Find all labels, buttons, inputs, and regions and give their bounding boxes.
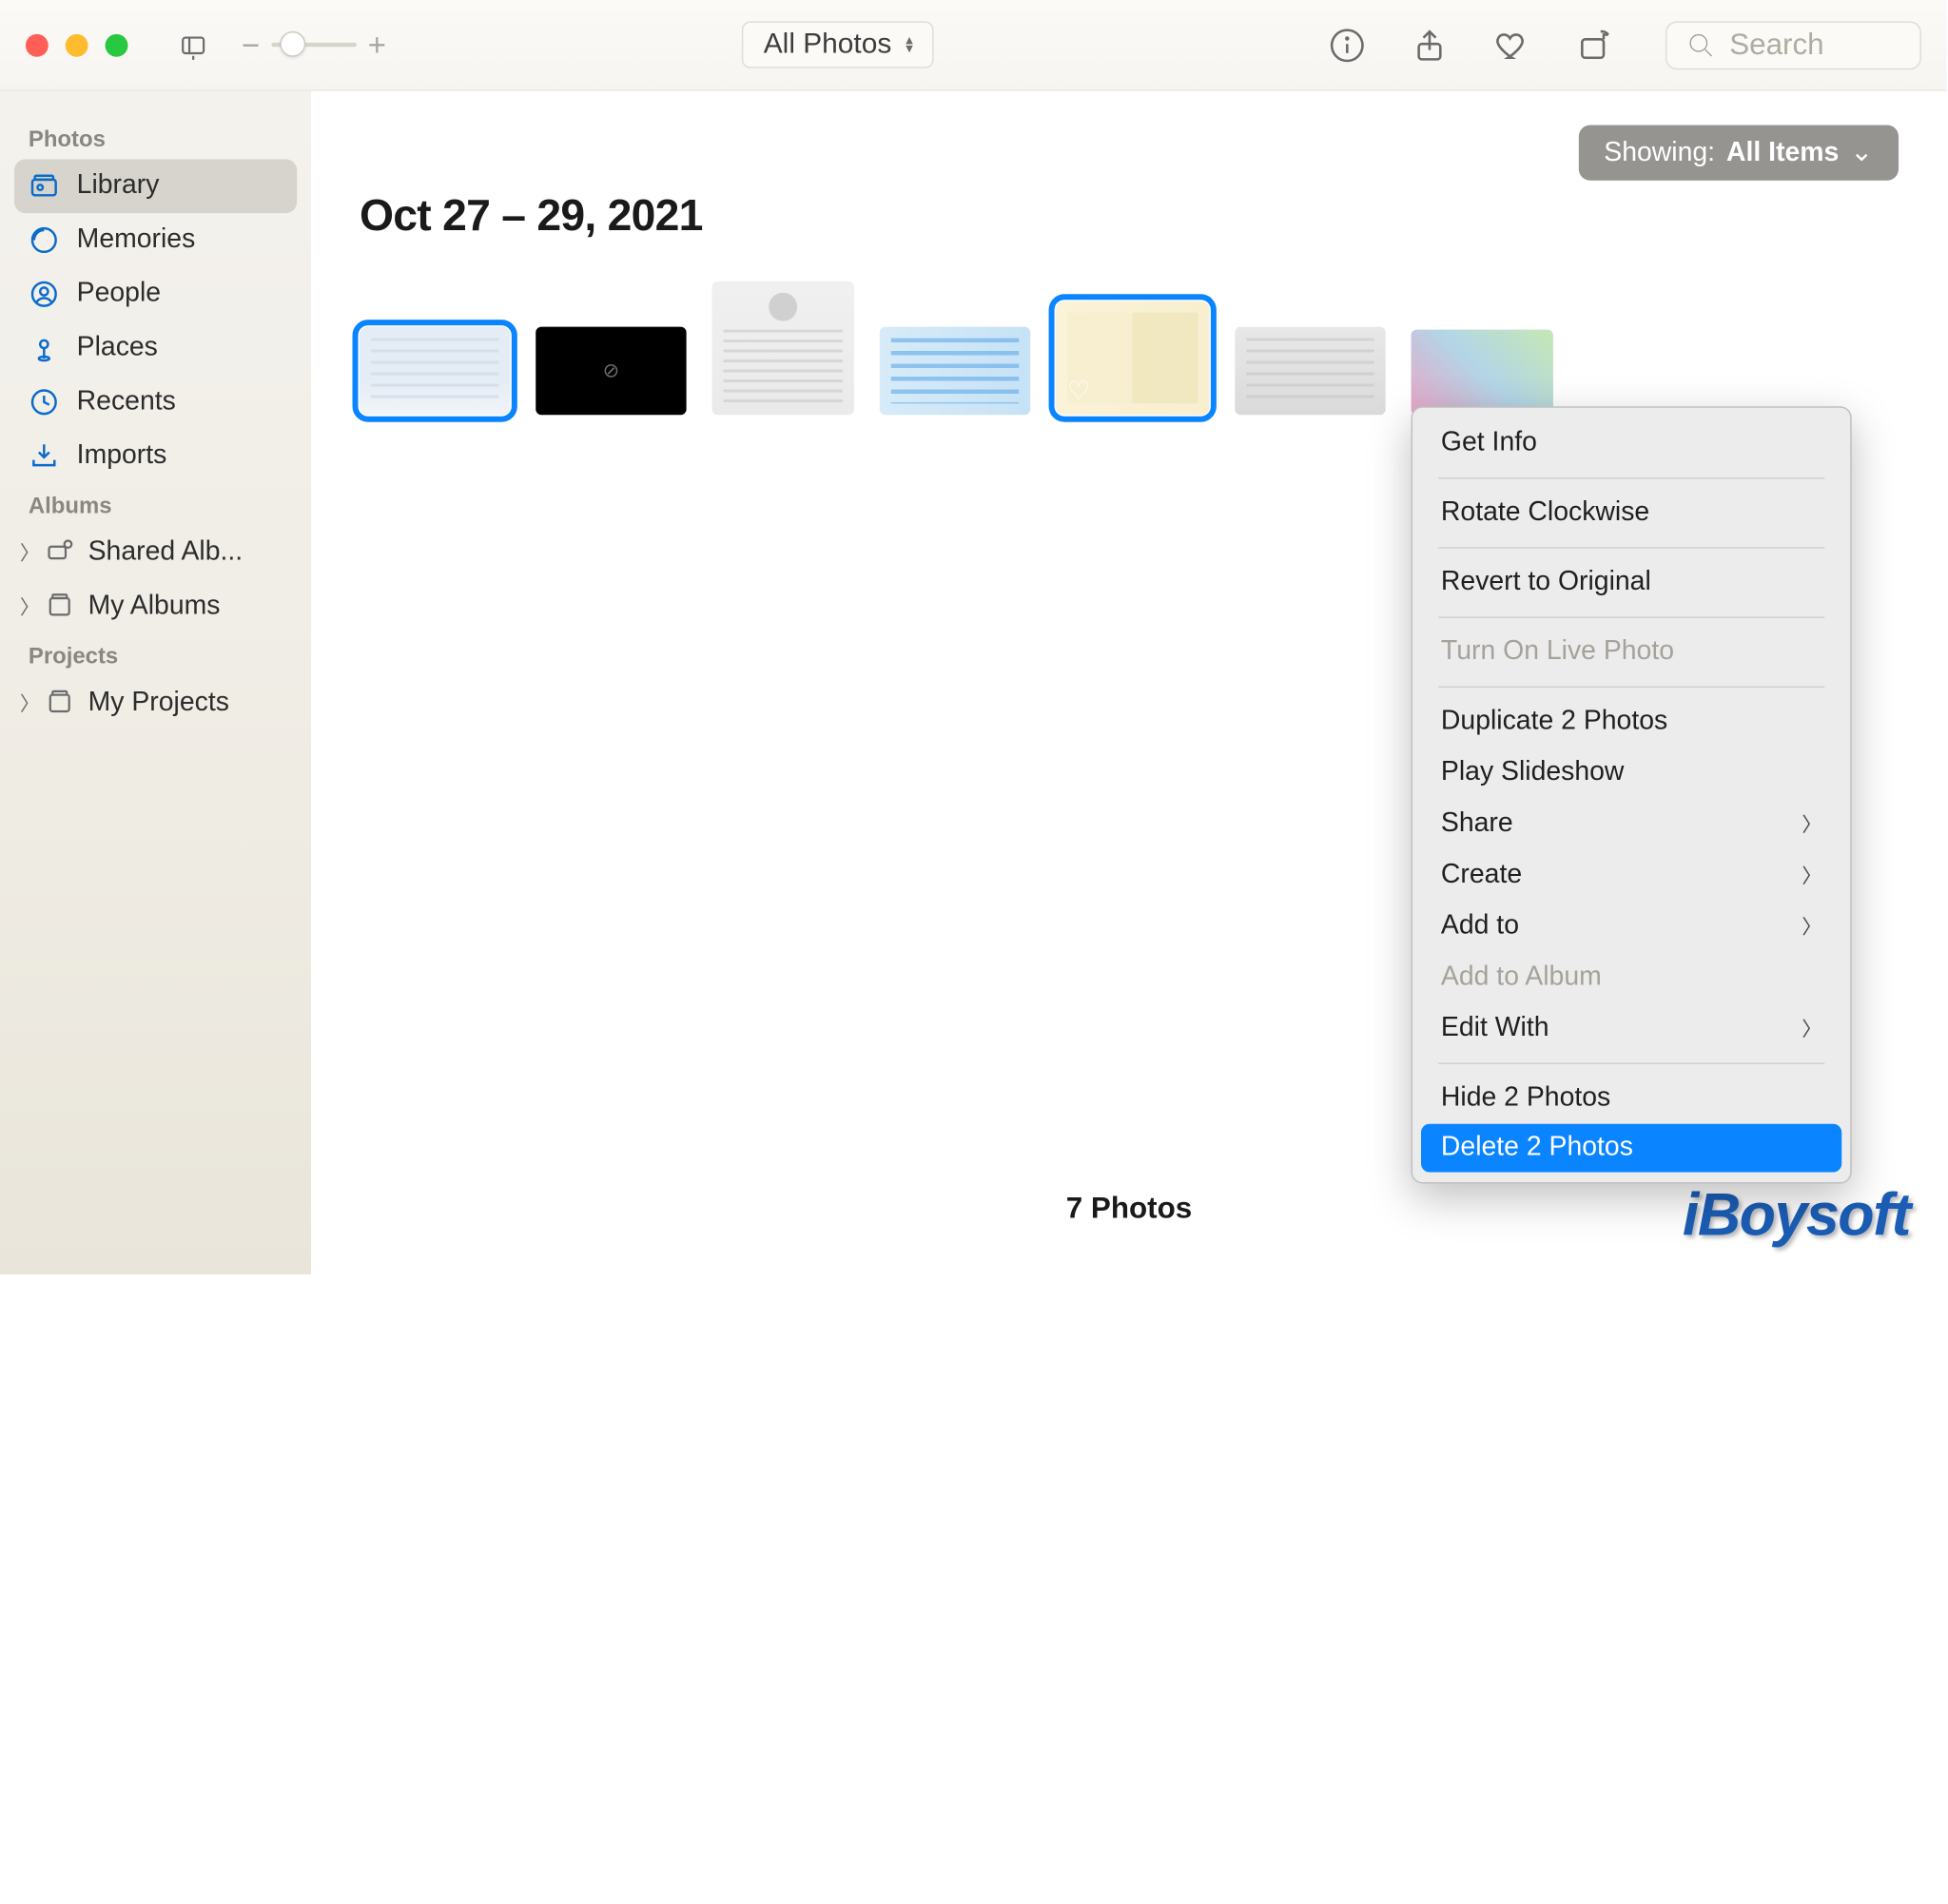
imports-icon [29, 440, 60, 472]
rotate-button[interactable] [1571, 22, 1617, 68]
watermark-logo: iBoysoft [1683, 1181, 1910, 1250]
sidebar-item-label: People [77, 279, 161, 310]
thumbnail-grid: ♡ [360, 282, 1899, 415]
app-window: − + All Photos ▴▾ Search [0, 0, 1947, 1274]
showing-value: All Items [1726, 137, 1839, 168]
zoom-out-button[interactable]: − [242, 27, 260, 64]
ctx-hide[interactable]: Hide 2 Photos [1412, 1073, 1850, 1124]
close-window-button[interactable] [26, 33, 49, 56]
chevron-right-icon: 〉 [20, 690, 34, 718]
photo-thumbnail-1[interactable] [360, 327, 510, 416]
sidebar-item-people[interactable]: People [14, 267, 297, 321]
chevron-right-icon: 〉 [20, 538, 34, 567]
sidebar-section-albums: Albums [14, 483, 297, 526]
dropdown-stepper-icon: ▴▾ [906, 36, 913, 53]
ctx-turn-on-live-photo: Turn On Live Photo [1412, 627, 1850, 678]
chevron-right-icon: 〉 [1802, 1015, 1821, 1043]
ctx-rotate-clockwise[interactable]: Rotate Clockwise [1412, 487, 1850, 538]
sidebar-item-recents[interactable]: Recents [14, 375, 297, 429]
photo-thumbnail-3[interactable] [711, 282, 853, 415]
ctx-separator [1438, 547, 1824, 548]
ctx-delete[interactable]: Delete 2 Photos [1421, 1124, 1841, 1173]
search-field[interactable]: Search [1666, 21, 1921, 69]
photo-thumbnail-7[interactable] [1412, 330, 1553, 416]
showing-label: Showing: [1604, 137, 1715, 168]
ctx-share[interactable]: Share〉 [1412, 799, 1850, 850]
ctx-add-to-album: Add to Album [1412, 952, 1850, 1003]
context-menu: Get Info Rotate Clockwise Revert to Orig… [1412, 406, 1852, 1183]
sidebar-item-imports[interactable]: Imports [14, 429, 297, 483]
photo-thumbnail-2[interactable] [536, 327, 686, 416]
ctx-separator [1438, 1063, 1824, 1064]
zoom-knob[interactable] [280, 31, 305, 57]
search-icon [1686, 30, 1715, 59]
sidebar-item-label: My Projects [88, 688, 229, 719]
sidebar-item-label: Memories [77, 224, 196, 256]
sidebar-item-my-projects[interactable]: 〉 My Projects [14, 676, 297, 730]
photo-count-label: 7 Photos [1066, 1192, 1192, 1226]
toolbar-right-icons [1324, 22, 1617, 68]
ctx-edit-with[interactable]: Edit With〉 [1412, 1003, 1850, 1055]
content-area: Showing: All Items ⌄ Oct 27 – 29, 2021 ♡… [311, 91, 1947, 1275]
sidebar-section-projects: Projects [14, 633, 297, 676]
ctx-separator [1438, 687, 1824, 688]
shared-album-icon [46, 537, 77, 569]
album-icon [46, 592, 77, 623]
zoom-slider[interactable] [271, 43, 357, 47]
places-icon [29, 333, 60, 364]
sidebar-item-library[interactable]: Library [14, 159, 297, 213]
zoom-in-button[interactable]: + [368, 27, 386, 64]
sidebar-item-label: Places [77, 333, 158, 364]
ctx-separator [1438, 616, 1824, 617]
chevron-down-icon: ⌄ [1850, 136, 1873, 168]
info-button[interactable] [1324, 22, 1370, 68]
sidebar: Photos Library Memories People Places Re… [0, 91, 311, 1275]
sidebar-item-label: Imports [77, 440, 167, 472]
showing-filter-button[interactable]: Showing: All Items ⌄ [1578, 125, 1899, 180]
ctx-duplicate[interactable]: Duplicate 2 Photos [1412, 696, 1850, 748]
sidebar-item-my-albums[interactable]: 〉 My Albums [14, 580, 297, 634]
sidebar-toggle-button[interactable] [170, 22, 216, 68]
chevron-right-icon: 〉 [1802, 912, 1821, 941]
minimize-window-button[interactable] [66, 33, 88, 56]
chevron-right-icon: 〉 [20, 593, 34, 621]
sidebar-item-label: Library [77, 170, 160, 202]
recents-icon [29, 386, 60, 418]
date-range-header: Oct 27 – 29, 2021 [360, 190, 1899, 242]
people-icon [29, 279, 60, 310]
fullscreen-window-button[interactable] [106, 33, 128, 56]
photo-thumbnail-5[interactable]: ♡ [1056, 301, 1209, 416]
ctx-revert-original[interactable]: Revert to Original [1412, 557, 1850, 609]
favorite-heart-icon: ♡ [1067, 377, 1090, 406]
search-placeholder: Search [1729, 28, 1823, 62]
sidebar-item-shared-albums[interactable]: 〉 Shared Alb... [14, 526, 297, 580]
ctx-add-to[interactable]: Add to〉 [1412, 901, 1850, 952]
sidebar-item-label: My Albums [88, 592, 221, 623]
sidebar-item-memories[interactable]: Memories [14, 213, 297, 267]
chevron-right-icon: 〉 [1802, 810, 1821, 839]
photo-thumbnail-6[interactable] [1235, 327, 1385, 416]
ctx-get-info[interactable]: Get Info [1412, 418, 1850, 469]
toolbar: − + All Photos ▴▾ Search [0, 0, 1947, 91]
library-icon [29, 170, 60, 202]
project-icon [46, 688, 77, 719]
share-button[interactable] [1407, 22, 1452, 68]
sidebar-item-label: Recents [77, 386, 176, 418]
main-area: Photos Library Memories People Places Re… [0, 91, 1947, 1275]
zoom-slider-group: − + [242, 27, 386, 64]
sidebar-section-photos: Photos [14, 117, 297, 160]
ctx-play-slideshow[interactable]: Play Slideshow [1412, 748, 1850, 799]
memories-icon [29, 224, 60, 256]
window-controls [26, 33, 128, 56]
sidebar-item-places[interactable]: Places [14, 321, 297, 376]
view-dropdown-label: All Photos [764, 29, 892, 61]
photo-thumbnail-4[interactable] [880, 327, 1030, 416]
ctx-separator [1438, 477, 1824, 478]
view-dropdown[interactable]: All Photos ▴▾ [742, 21, 934, 68]
ctx-create[interactable]: Create〉 [1412, 849, 1850, 901]
sidebar-item-label: Shared Alb... [88, 537, 244, 569]
favorite-button[interactable] [1490, 22, 1535, 68]
chevron-right-icon: 〉 [1802, 861, 1821, 889]
